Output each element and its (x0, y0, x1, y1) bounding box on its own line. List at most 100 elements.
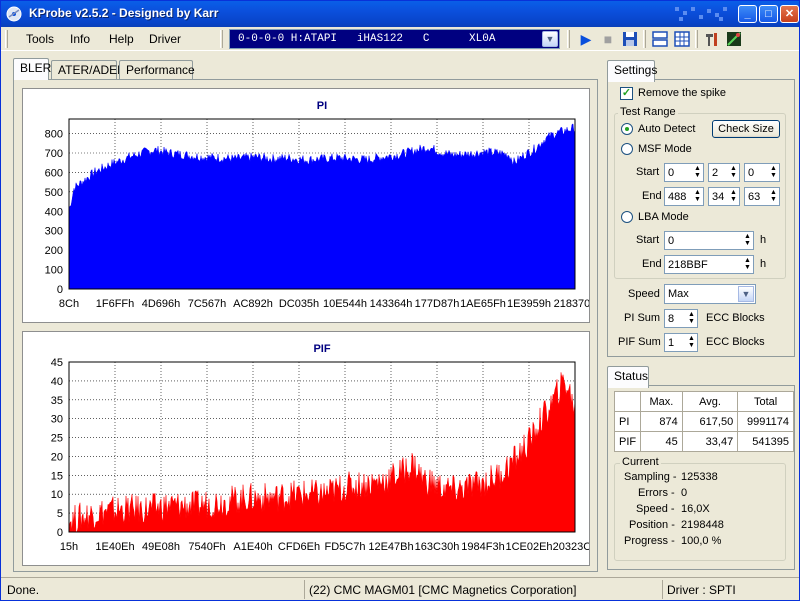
stop-test-icon[interactable]: ■ (599, 30, 617, 48)
y-tick-label: 5 (57, 508, 63, 520)
spin-arrows-icon[interactable]: ▲ ▼ (743, 257, 752, 272)
y-tick-label: 0 (57, 527, 63, 539)
menu-driver[interactable]: Driver (149, 32, 181, 46)
charts-panel: PI 0 100 200 300 400 500 600 700 800 8Ch 1F6FFh 4D69… (13, 79, 598, 572)
current-title: Current (620, 456, 661, 468)
status-panel: Max. Avg. Total PI 874 617,50 9991174 PI… (607, 385, 795, 570)
progress-value: 100,0 % (681, 535, 722, 547)
maximize-button[interactable]: □ (759, 5, 778, 23)
x-tick-label: 1E3959h (507, 298, 551, 310)
msf-end-min-input[interactable]: 488 ▲ ▼ (664, 187, 704, 206)
speed-current-label: Speed - (636, 503, 675, 515)
position-value: 2198448 (681, 519, 724, 531)
pi-sum-input[interactable]: 8 ▲ ▼ (664, 309, 698, 328)
disc-info-icon[interactable] (725, 30, 743, 48)
y-tick-label: 20 (51, 451, 63, 463)
chevron-down-icon[interactable]: ▼ (542, 31, 558, 47)
spin-arrows-icon[interactable]: ▲ ▼ (769, 189, 778, 204)
spin-arrows-icon[interactable]: ▲ ▼ (687, 335, 696, 350)
tab-status[interactable]: Status (607, 366, 649, 388)
auto-detect-label: Auto Detect (638, 123, 696, 135)
status-text: Done. (7, 583, 40, 597)
speed-select[interactable]: Max ▼ (664, 284, 756, 304)
msf-end-frame-input[interactable]: 63 ▲ ▼ (744, 187, 780, 206)
lba-start-unit: h (760, 234, 767, 246)
y-tick-label: 40 (51, 376, 63, 388)
tab-settings[interactable]: Settings (607, 60, 657, 82)
pif-total-value: 541395 (737, 431, 794, 452)
menu-tools[interactable]: Tools (26, 32, 54, 46)
sampling-label: Sampling - (624, 471, 677, 483)
lba-start-input[interactable]: 0 ▲ ▼ (664, 231, 754, 250)
settings-panel: ✓ Remove the spike Test Range Auto Detec… (607, 79, 795, 357)
toolbar-separator (695, 30, 698, 48)
y-tick-label: 35 (51, 395, 63, 407)
msf-start-sec-input[interactable]: 2 ▲ ▼ (708, 163, 740, 182)
y-tick-label: 200 (45, 245, 63, 257)
pif-max-value: 45 (640, 431, 683, 452)
y-tick-label: 0 (57, 284, 63, 296)
msf-start-frame-input[interactable]: 0 ▲ ▼ (744, 163, 780, 182)
pif-sum-input[interactable]: 1 ▲ ▼ (664, 333, 698, 352)
spin-arrows-icon[interactable]: ▲ ▼ (687, 311, 696, 326)
col-avg-header: Avg. (681, 391, 739, 412)
status-bar: Done. (22) CMC MAGM01 [CMC Magnetics Cor… (1, 577, 799, 600)
lba-end-input[interactable]: 218BBF ▲ ▼ (664, 255, 754, 274)
start-test-icon[interactable]: ▶ (577, 30, 595, 48)
x-tick-label: A1E40h (233, 541, 272, 553)
remove-spike-checkbox[interactable]: ✓ (620, 87, 633, 100)
x-tick-label: CFD6Eh (278, 541, 320, 553)
x-tick-label: 7540Fh (188, 541, 225, 553)
msf-start-min-input[interactable]: 0 ▲ ▼ (664, 163, 704, 182)
msf-mode-radio[interactable] (621, 143, 633, 155)
speed-label: Speed (628, 288, 660, 300)
y-tick-label: 300 (45, 226, 63, 238)
tab-performance[interactable]: Performance (119, 60, 195, 79)
table-icon[interactable] (673, 30, 691, 48)
spin-arrows-icon[interactable]: ▲ ▼ (743, 233, 752, 248)
spin-arrows-icon[interactable]: ▲ ▼ (693, 165, 702, 180)
auto-detect-radio[interactable] (621, 123, 633, 135)
lba-mode-radio[interactable] (621, 211, 633, 223)
pif-sum-label: PIF Sum (618, 336, 661, 348)
save-icon[interactable] (621, 30, 639, 48)
table-row: PI 874 617,50 9991174 (613, 411, 794, 432)
lba-end-label: End (642, 258, 662, 270)
spin-arrows-icon[interactable]: ▲ ▼ (729, 189, 738, 204)
progress-label: Progress - (624, 535, 675, 547)
msf-end-sec-input[interactable]: 34 ▲ ▼ (708, 187, 740, 206)
menu-help[interactable]: Help (109, 32, 134, 46)
pi-sum-label: PI Sum (624, 312, 661, 324)
tab-ater-ader[interactable]: ATER/ADER (51, 60, 126, 79)
chevron-down-icon[interactable]: ▼ (738, 286, 754, 302)
tab-bler[interactable]: BLER (13, 58, 51, 80)
drive-select[interactable]: 0-0-0-0 H:ATAPI iHAS122 C XL0A ▼ (229, 29, 560, 49)
titlebar-decoration-icon (675, 7, 727, 21)
title-bar: KProbe v2.5.2 - Designed by Karr _ □ ✕ (1, 1, 799, 27)
app-window: KProbe v2.5.2 - Designed by Karr _ □ ✕ T… (0, 0, 800, 601)
msf-end-label: End (642, 190, 662, 202)
y-tick-label: 45 (51, 357, 63, 369)
spin-arrows-icon[interactable]: ▲ ▼ (769, 165, 778, 180)
speed-current-value: 16,0X (681, 503, 710, 515)
minimize-button[interactable]: _ (738, 5, 757, 23)
close-button[interactable]: ✕ (780, 5, 799, 23)
menu-info[interactable]: Info (70, 32, 90, 46)
status-table: Max. Avg. Total PI 874 617,50 9991174 PI… (613, 391, 794, 452)
x-tick-label: 20323Ch (553, 541, 589, 553)
lba-mode-label: LBA Mode (638, 211, 689, 223)
x-tick-label: 1984F3h (461, 541, 504, 553)
lba-start-label: Start (636, 234, 660, 246)
pi-chart: PI 0 100 200 300 400 500 600 700 800 8Ch 1F6FFh 4D69… (22, 88, 590, 323)
pi-sum-unit: ECC Blocks (706, 312, 765, 324)
layout-icon[interactable] (651, 30, 669, 48)
app-disc-icon (6, 6, 22, 22)
x-tick-label: 49E08h (142, 541, 180, 553)
spin-arrows-icon[interactable]: ▲ ▼ (693, 189, 702, 204)
y-tick-label: 100 (45, 265, 63, 277)
pi-max-value: 874 (640, 411, 683, 432)
lba-end-unit: h (760, 258, 767, 270)
check-size-button[interactable]: Check Size (712, 120, 780, 138)
spin-arrows-icon[interactable]: ▲ ▼ (729, 165, 738, 180)
tools-icon[interactable] (703, 30, 721, 48)
